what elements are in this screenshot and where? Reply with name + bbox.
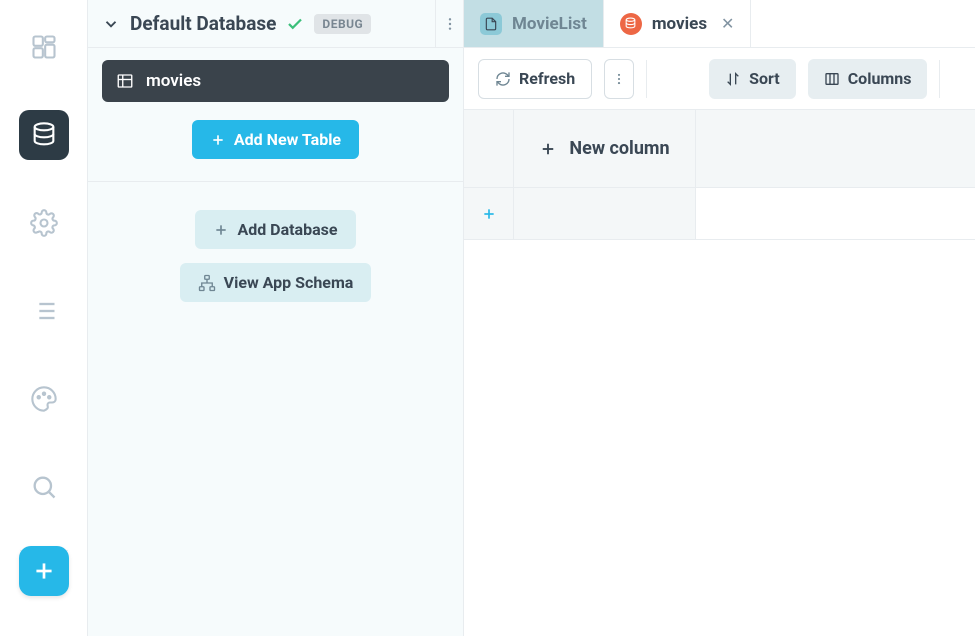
- left-rail: [0, 0, 88, 636]
- sidebar-item-search[interactable]: [19, 462, 69, 512]
- gear-icon: [30, 209, 58, 237]
- tab-movielist[interactable]: MovieList: [464, 0, 604, 47]
- tab-label: movies: [652, 14, 707, 34]
- sidebar-item-database[interactable]: [19, 110, 69, 160]
- columns-label: Columns: [848, 69, 912, 88]
- add-row-button[interactable]: [464, 188, 514, 239]
- table-item-movies[interactable]: movies: [102, 60, 449, 102]
- refresh-label: Refresh: [519, 69, 575, 88]
- table-icon: [116, 72, 134, 90]
- columns-button[interactable]: Columns: [808, 59, 928, 99]
- add-table-label: Add New Table: [234, 130, 341, 149]
- row-header-cell: [464, 110, 514, 187]
- data-grid: New column: [464, 110, 975, 636]
- plus-icon: [31, 558, 57, 584]
- database-icon: [620, 13, 642, 35]
- plus-icon: [213, 222, 229, 238]
- sidebar-item-palette[interactable]: [19, 374, 69, 424]
- view-schema-button[interactable]: View App Schema: [180, 263, 372, 302]
- add-database-label: Add Database: [237, 220, 337, 239]
- grid-empty-cell: [514, 188, 696, 239]
- close-icon[interactable]: ✕: [721, 14, 734, 33]
- plus-icon: [210, 132, 226, 148]
- toolbar-divider: [939, 60, 940, 98]
- database-panel: Default Database DEBUG movies Add New Ta…: [88, 0, 464, 636]
- sort-button[interactable]: Sort: [709, 59, 796, 99]
- grid-add-row: [464, 188, 975, 240]
- search-icon: [30, 473, 58, 501]
- toolbar-divider: [646, 60, 647, 98]
- add-button[interactable]: [19, 546, 69, 596]
- more-vertical-icon: [442, 16, 458, 32]
- sidebar-item-components[interactable]: [19, 22, 69, 72]
- table-item-label: movies: [146, 71, 201, 91]
- check-icon: [286, 15, 304, 33]
- new-column-label: New column: [569, 138, 669, 159]
- palette-icon: [30, 385, 58, 413]
- toolbar: Refresh Sort Columns: [464, 48, 975, 110]
- toolbar-menu-button[interactable]: [604, 59, 634, 99]
- columns-icon: [824, 71, 840, 87]
- new-column-button[interactable]: New column: [514, 110, 696, 187]
- sort-icon: [725, 71, 741, 87]
- view-schema-label: View App Schema: [224, 273, 354, 292]
- grid-header-row: New column: [464, 110, 975, 188]
- debug-badge: DEBUG: [314, 14, 371, 34]
- plus-icon: [539, 140, 557, 158]
- tab-movies[interactable]: movies ✕: [604, 0, 752, 47]
- list-icon: [30, 297, 58, 325]
- main-area: MovieList movies ✕ Refresh: [464, 0, 975, 636]
- refresh-button[interactable]: Refresh: [478, 59, 592, 99]
- schema-icon: [198, 274, 216, 292]
- refresh-icon: [495, 71, 511, 87]
- tab-strip: MovieList movies ✕: [464, 0, 975, 48]
- database-title: Default Database: [130, 12, 276, 35]
- plus-icon: [481, 206, 497, 222]
- add-table-button[interactable]: Add New Table: [192, 120, 359, 159]
- chevron-down-icon[interactable]: [102, 15, 120, 33]
- components-icon: [30, 33, 58, 61]
- more-vertical-icon: [612, 72, 626, 86]
- tab-label: MovieList: [512, 14, 587, 34]
- sort-label: Sort: [749, 69, 780, 88]
- database-header: Default Database DEBUG: [88, 0, 463, 48]
- sidebar-item-list[interactable]: [19, 286, 69, 336]
- database-menu-button[interactable]: [435, 0, 463, 47]
- document-icon: [480, 13, 502, 35]
- sidebar-item-settings[interactable]: [19, 198, 69, 248]
- database-icon: [30, 121, 58, 149]
- add-database-button[interactable]: Add Database: [195, 210, 355, 249]
